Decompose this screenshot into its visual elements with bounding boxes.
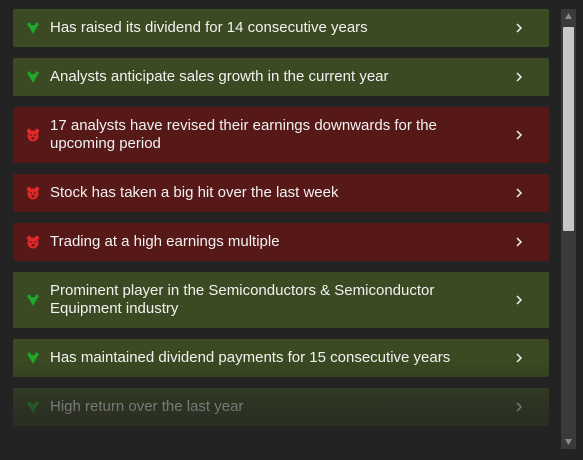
- scroll-down-arrow-icon[interactable]: [565, 439, 572, 445]
- insight-item[interactable]: Prominent player in the Semiconductors &…: [13, 272, 549, 328]
- chevron-right-icon: [516, 130, 523, 140]
- chevron-right-icon: [516, 402, 523, 412]
- chevron-right-icon: [516, 188, 523, 198]
- bull-icon: [27, 294, 39, 306]
- insight-text: Has raised its dividend for 14 consecuti…: [50, 19, 368, 36]
- bear-icon: [26, 235, 40, 249]
- chevron-right-icon: [516, 353, 523, 363]
- bull-icon: [27, 352, 39, 364]
- insight-item[interactable]: 17 analysts have revised their earnings …: [13, 107, 549, 163]
- insight-item[interactable]: Stock has taken a big hit over the last …: [13, 174, 549, 212]
- insight-text: 17 analysts have revised their earnings …: [50, 117, 437, 152]
- insight-text: Trading at a high earnings multiple: [50, 233, 280, 250]
- insight-text: High return over the last year: [50, 398, 244, 415]
- insight-item[interactable]: Has raised its dividend for 14 consecuti…: [13, 9, 549, 47]
- chevron-right-icon: [516, 23, 523, 33]
- bull-icon: [27, 71, 39, 83]
- chevron-right-icon: [516, 72, 523, 82]
- insight-text: Prominent player in the Semiconductors &…: [50, 282, 435, 317]
- insights-list: Has raised its dividend for 14 consecuti…: [13, 9, 549, 437]
- bear-icon: [26, 186, 40, 200]
- insight-item[interactable]: Has maintained dividend payments for 15 …: [13, 339, 549, 377]
- scrollbar-thumb[interactable]: [563, 27, 574, 231]
- vertical-scrollbar[interactable]: [561, 9, 576, 449]
- insight-item[interactable]: Trading at a high earnings multiple: [13, 223, 549, 261]
- insight-text: Analysts anticipate sales growth in the …: [50, 68, 389, 85]
- insight-item[interactable]: High return over the last year: [13, 388, 549, 426]
- chevron-right-icon: [516, 237, 523, 247]
- insight-item[interactable]: Analysts anticipate sales growth in the …: [13, 58, 549, 96]
- chevron-right-icon: [516, 295, 523, 305]
- insight-text: Stock has taken a big hit over the last …: [50, 184, 339, 201]
- bear-icon: [26, 128, 40, 142]
- insight-text: Has maintained dividend payments for 15 …: [50, 349, 451, 366]
- scroll-up-arrow-icon[interactable]: [565, 13, 572, 19]
- insights-panel: Has raised its dividend for 14 consecuti…: [0, 0, 561, 460]
- bull-icon: [27, 22, 39, 34]
- bull-icon: [27, 401, 39, 413]
